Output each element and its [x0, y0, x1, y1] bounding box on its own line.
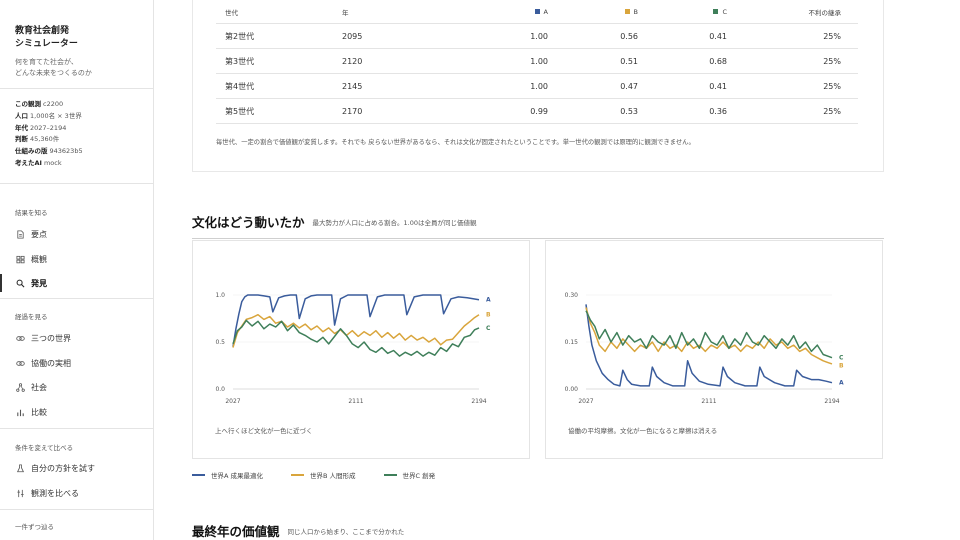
y-tick-label: 0.00 [565, 386, 579, 393]
nav-item-society[interactable]: 社会 [0, 376, 153, 398]
flask-icon [15, 463, 25, 473]
observation-meta: この観測 c2200 人口 1,000名 × 3世界 年代 2027–2194 判断 4… [15, 99, 83, 170]
link-icon [15, 358, 25, 368]
header-world-a: A [442, 8, 548, 16]
y-tick-label: 0.5 [215, 339, 225, 346]
final-section-title: 最終年の価値観 同じ人口から始まり、ここまで分かれた [192, 524, 405, 539]
swatch-a [534, 8, 540, 14]
culture-section-title: 文化はどう動いたか 最大勢力が人口に占める割合。1.00は全員が同じ価値観 [192, 215, 477, 230]
table-row: 第3世代 2120 1.00 0.51 0.68 25% [216, 49, 858, 74]
y-tick-label: 1.0 [215, 292, 225, 299]
chart-caption: 上へ行くほど文化が一色に近づく [215, 427, 313, 435]
table-row: 第2世代 2095 1.00 0.56 0.41 25% [216, 24, 858, 49]
culture-section-subtitle: 最大勢力が人口に占める割合。1.00は全員が同じ価値観 [312, 219, 477, 227]
table-row: 第4世代 2145 1.00 0.47 0.41 25% [216, 74, 858, 99]
sidebar-divider [0, 298, 154, 299]
sidebar-divider [0, 509, 154, 510]
table-note: 毎世代、一定の割合で価値観が変質します。それでも 戻らない世界があるなら、それは… [216, 139, 695, 146]
nav-section-label: 結果を知る [15, 209, 48, 217]
x-tick-label: 2027 [225, 398, 240, 405]
series-line-c [232, 319, 480, 357]
generation-table: 世代 年 A B C 不利の継承 第2世代 2095 1.00 0.56 0.41 25%… [216, 0, 858, 124]
document-icon [15, 229, 25, 239]
legend-item-c: 世界C 創発 [383, 470, 435, 480]
series-end-label: A [486, 297, 491, 304]
app-title: 教育社会創発 シミュレーター [15, 26, 78, 49]
nav-item-overview[interactable]: 概観 [0, 248, 153, 270]
app-tagline: 何を育てた社会が、 どんな未来をつくるのか [15, 58, 92, 77]
nav-item-collaboration[interactable]: 協働の実相 [0, 352, 153, 374]
x-tick-label: 2111 [348, 398, 363, 405]
header-year: 年 [342, 8, 349, 17]
legend-item-b: 世界B 人間形成 [291, 470, 356, 480]
chart-legend: 世界A 成果最適化 世界B 人間形成 世界C 創発 [192, 470, 463, 480]
series-end-label: C [486, 325, 491, 332]
series-line-c [585, 310, 833, 359]
meta-row: 仕組みの版 943623b5 [15, 147, 83, 156]
sidebar: 教育社会創発 シミュレーター 何を育てた社会が、 どんな未来をつくるのか この観… [0, 0, 154, 540]
series-end-label: B [486, 312, 491, 319]
generation-table-card: 世代 年 A B C 不利の継承 第2世代 2095 1.00 0.56 0.41 25%… [192, 0, 884, 172]
columns-icon [15, 488, 25, 498]
header-world-b: B [548, 8, 638, 16]
swatch-c [713, 8, 719, 14]
nav-section-label: 経過を見る [15, 313, 48, 321]
y-tick-label: 0.0 [215, 386, 225, 393]
meta-row: 人口 1,000名 × 3世界 [15, 111, 82, 120]
legend-line-b [291, 474, 305, 476]
final-section-subtitle: 同じ人口から始まり、ここまで分かれた [287, 528, 405, 536]
y-tick-label: 0.15 [565, 339, 579, 346]
meta-row: 判断 45,360件 [15, 135, 60, 144]
table-row: 第5世代 2170 0.99 0.53 0.36 25% [216, 99, 858, 124]
series-end-label: B [839, 363, 844, 370]
search-icon [15, 278, 25, 288]
nav-item-three-worlds[interactable]: 三つの世界 [0, 327, 153, 349]
sidebar-divider [0, 88, 154, 89]
link-icon [15, 333, 25, 343]
friction-chart-card: 0.00 0.15 0.30 2027 2111 2194 C B A 協働の平均摩擦。文化が一… [545, 240, 883, 459]
nav-item-compare-observations[interactable]: 観測を比べる [0, 482, 153, 504]
y-tick-label: 0.30 [565, 292, 579, 299]
series-line-b [232, 313, 480, 348]
legend-item-a: 世界A 成果最適化 [192, 470, 263, 480]
meta-row: 年代 2027–2194 [15, 123, 67, 132]
nav-item-try-policy[interactable]: 自分の方針を試す [0, 457, 153, 479]
bar-chart-icon [15, 407, 25, 417]
meta-row: この観測 c2200 [15, 100, 64, 108]
x-tick-label: 2111 [701, 398, 716, 405]
grid-icon [15, 254, 25, 264]
legend-line-c [383, 474, 397, 476]
nav-item-comparison[interactable]: 比較 [0, 401, 153, 423]
section-rule [192, 238, 884, 239]
header-disadvantage: 不利の継承 [808, 8, 842, 17]
x-tick-label: 2194 [824, 398, 839, 405]
header-generation: 世代 [225, 8, 238, 17]
series-line-b [585, 307, 833, 365]
series-end-label: A [839, 380, 844, 387]
network-icon [15, 382, 25, 392]
x-tick-label: 2027 [578, 398, 593, 405]
meta-row: 考えたAI mock [15, 158, 62, 167]
nav-item-summary[interactable]: 要点 [0, 223, 153, 245]
x-tick-label: 2194 [471, 398, 486, 405]
swatch-b [624, 8, 630, 14]
header-world-c: C [638, 8, 727, 16]
nav-section-label: 一件ずつ辿る [15, 523, 54, 531]
series-line-a [232, 294, 480, 347]
nav-section-label: 条件を変えて比べる [15, 444, 74, 452]
sidebar-divider [0, 183, 154, 184]
sidebar-divider [0, 428, 154, 429]
series-end-label: C [839, 355, 844, 362]
table-header-row: 世代 年 A B C 不利の継承 [216, 0, 858, 24]
chart-caption: 協働の平均摩擦。文化が一色になると摩擦は消える [568, 427, 718, 435]
nav-item-discovery[interactable]: 発見 [0, 272, 153, 294]
legend-line-a [192, 474, 205, 476]
dominance-chart-card: 0.0 0.5 1.0 2027 2111 2194 A B C 上へ行くほど文化が一色に近づく [192, 240, 530, 459]
main-content: 世代 年 A B C 不利の継承 第2世代 2095 1.00 0.56 0.41 25%… [154, 0, 960, 540]
